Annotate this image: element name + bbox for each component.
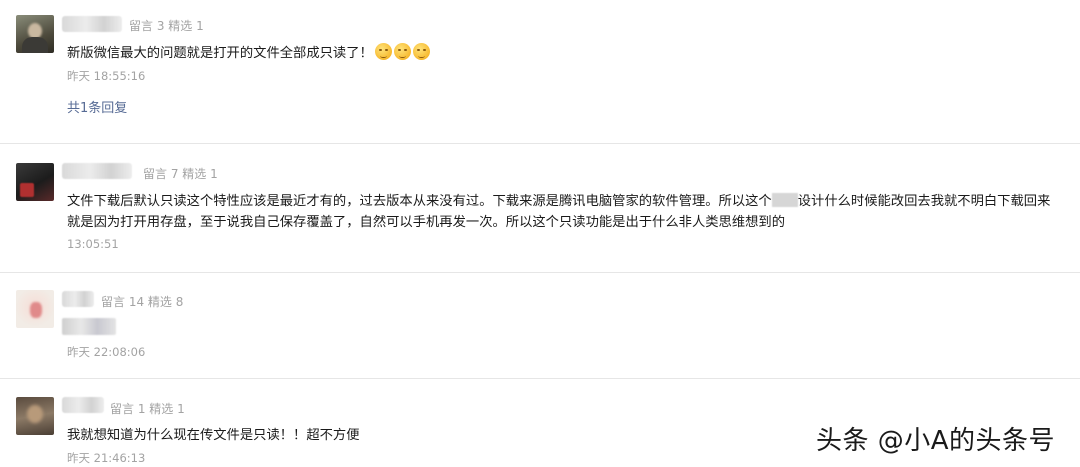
comment-stats: 留言 3 精选 1	[129, 19, 204, 33]
emoji-icon	[412, 43, 430, 60]
comment-text: 新版微信最大的问题就是打开的文件全部成只读了！	[67, 43, 1067, 64]
username-redacted	[62, 291, 94, 307]
comment-text-body: 新版微信最大的问题就是打开的文件全部成只读了！	[67, 46, 373, 61]
view-replies-link[interactable]: 共1条回复	[67, 97, 127, 116]
emoji-icon	[393, 43, 411, 60]
comment-time: 13:05:51	[67, 237, 119, 251]
comment-stats: 留言 7 精选 1	[143, 167, 218, 181]
avatar[interactable]	[16, 397, 54, 435]
divider	[0, 378, 1080, 379]
watermark: 头条 @小A的头条号	[816, 426, 1056, 456]
username-redacted	[62, 16, 122, 32]
avatar[interactable]	[16, 290, 54, 328]
comment-text-line: 就是因为打开用存盘，至于说我自己保存覆盖了，自然可以手机再发一次。所以这个只读功…	[67, 215, 786, 230]
comment-stats: 留言 14 精选 8	[101, 295, 184, 309]
comment-time: 昨天 22:08:06	[67, 345, 146, 359]
avatar[interactable]	[16, 163, 54, 201]
avatar[interactable]	[16, 15, 54, 53]
username-redacted	[62, 163, 132, 179]
username-redacted	[62, 397, 104, 413]
comment-text-redacted	[62, 318, 116, 335]
comment-time: 昨天 18:55:16	[67, 69, 146, 83]
emoji-icon	[374, 43, 392, 60]
redacted-text	[771, 193, 798, 207]
comment-text: 文件下载后默认只读这个特性应该是最近才有的，过去版本从来没有过。下载来源是腾讯电…	[67, 191, 1067, 233]
comment-time: 昨天 21:46:13	[67, 451, 146, 465]
divider	[0, 143, 1080, 144]
divider	[0, 272, 1080, 273]
comment-text-line: 文件下载后默认只读这个特性应该是最近才有的，过去版本从来没有过。下载来源是腾讯电…	[67, 193, 1051, 209]
comment-stats: 留言 1 精选 1	[110, 402, 185, 416]
